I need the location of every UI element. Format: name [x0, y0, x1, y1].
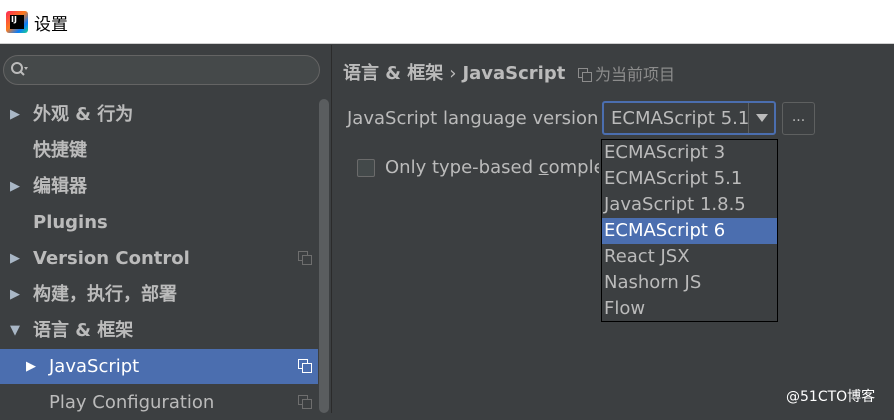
search-input[interactable]: [3, 55, 320, 85]
project-scope-icon: [298, 359, 312, 373]
chevron-down-icon: [756, 114, 768, 122]
sidebar-item-label: Plugins: [33, 212, 108, 233]
sidebar-item-build-execution-deployment[interactable]: ▶ 构建，执行，部署: [0, 277, 318, 312]
sidebar-item-play-configuration[interactable]: Play Configuration: [0, 385, 318, 420]
sidebar-item-label: 编辑器: [33, 176, 87, 197]
sidebar-item-label: JavaScript: [49, 356, 140, 377]
option-react-jsx[interactable]: React JSX: [602, 244, 777, 270]
checkbox-label-rest: omplete: [548, 157, 599, 178]
project-scope-indicator: 为当前项目: [578, 61, 675, 85]
checkbox-label-mnemonic: c: [538, 157, 549, 178]
language-version-value: ECMAScript 5.1: [611, 108, 750, 129]
breadcrumb: 语言 & 框架 › JavaScript: [343, 59, 565, 85]
project-scope-icon: [298, 395, 312, 409]
watermark: @51CTO博客: [786, 389, 876, 405]
project-scope-icon: [578, 68, 592, 82]
expand-arrow-icon[interactable]: ▶: [24, 349, 38, 384]
sidebar-item-label: 语言 & 框架: [33, 320, 134, 341]
project-scope-label: 为当前项目: [595, 65, 676, 84]
language-version-dropdown: ECMAScript 3 ECMAScript 5.1 JavaScript 1…: [601, 139, 778, 322]
search-icon[interactable]: [10, 61, 28, 79]
type-based-completion-label[interactable]: Only type-based complete: [385, 157, 599, 178]
sidebar-item-label: 快捷键: [33, 140, 87, 161]
project-scope-icon: [298, 251, 312, 265]
breadcrumb-parent[interactable]: 语言 & 框架: [343, 63, 443, 84]
type-based-completion-checkbox[interactable]: [357, 159, 375, 177]
sidebar-item-appearance[interactable]: ▶ 外观 & 行为: [0, 97, 318, 132]
collapse-arrow-icon[interactable]: ▼: [8, 313, 22, 348]
expand-arrow-icon[interactable]: ▶: [8, 97, 22, 132]
expand-arrow-icon[interactable]: ▶: [8, 241, 22, 276]
sidebar-item-keymap[interactable]: 快捷键: [0, 133, 318, 168]
sidebar-item-label: Play Configuration: [49, 392, 215, 413]
title-bar: IJ 设置: [0, 0, 894, 44]
language-version-select[interactable]: ECMAScript 5.1: [602, 101, 776, 135]
expand-arrow-icon[interactable]: ▶: [8, 169, 22, 204]
sidebar-item-label: Version Control: [33, 248, 190, 269]
option-ecmascript-5-1[interactable]: ECMAScript 5.1: [602, 166, 777, 192]
window-title: 设置: [34, 15, 68, 35]
breadcrumb-separator: ›: [449, 63, 457, 84]
sidebar-item-editor[interactable]: ▶ 编辑器: [0, 169, 318, 204]
checkbox-label-prefix: Only type-based: [385, 157, 539, 178]
intellij-logo-icon: IJ: [6, 11, 28, 33]
sidebar-item-label: 构建，执行，部署: [33, 284, 177, 305]
option-javascript-1-8-5[interactable]: JavaScript 1.8.5: [602, 192, 777, 218]
option-nashorn-js[interactable]: Nashorn JS: [602, 270, 777, 296]
sidebar-item-javascript[interactable]: ▶ JavaScript: [0, 349, 318, 384]
sidebar-item-version-control[interactable]: ▶ Version Control: [0, 241, 318, 276]
sidebar-scrollbar[interactable]: [319, 99, 329, 413]
option-flow[interactable]: Flow: [602, 296, 777, 322]
option-ecmascript-3[interactable]: ECMAScript 3: [602, 140, 777, 166]
language-version-label: JavaScript language version: [347, 108, 599, 129]
sidebar-item-plugins[interactable]: Plugins: [0, 205, 318, 240]
breadcrumb-current: JavaScript: [462, 63, 566, 84]
sidebar-item-languages-frameworks[interactable]: ▼ 语言 & 框架: [0, 313, 318, 348]
option-ecmascript-6[interactable]: ECMAScript 6: [602, 218, 777, 244]
sidebar-item-label: 外观 & 行为: [33, 104, 134, 125]
expand-arrow-icon[interactable]: ▶: [8, 277, 22, 312]
more-options-button[interactable]: ...: [782, 102, 815, 135]
settings-sidebar: ▶ 外观 & 行为 快捷键 ▶ 编辑器 Plugins ▶ Version Co…: [0, 45, 332, 413]
dropdown-toggle[interactable]: [748, 103, 774, 133]
